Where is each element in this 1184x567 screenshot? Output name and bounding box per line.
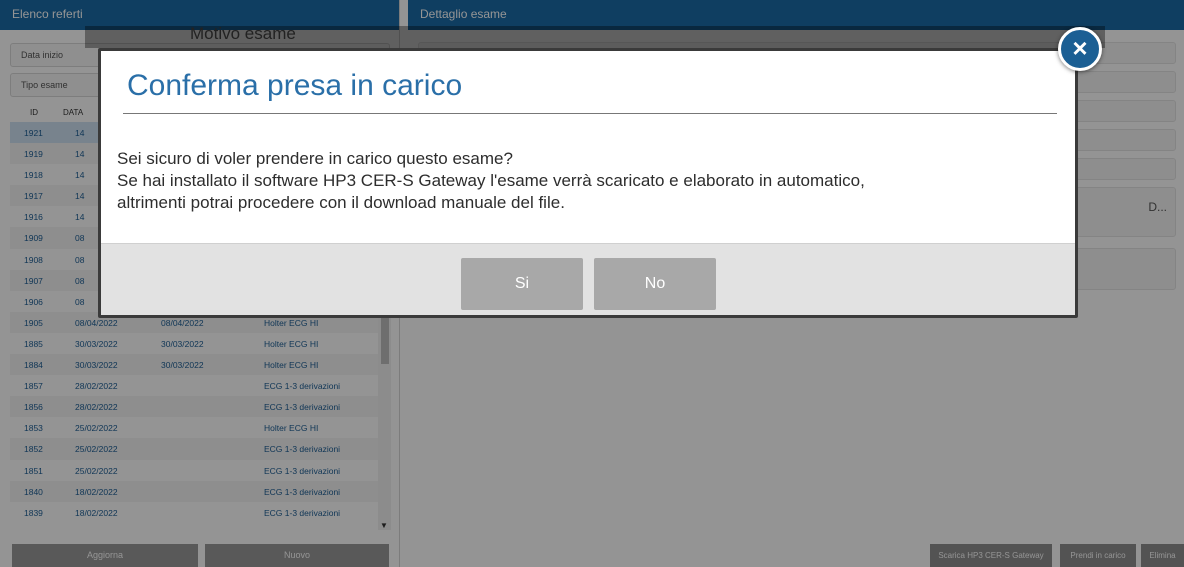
confirm-no-button[interactable]: No bbox=[594, 258, 716, 310]
confirm-yes-button[interactable]: Si bbox=[461, 258, 583, 310]
dialog-info-line: Se hai installato il software HP3 CER-S … bbox=[117, 171, 865, 190]
dialog-footer: Si No bbox=[101, 243, 1075, 315]
confirm-dialog: Conferma presa in carico Sei sicuro di v… bbox=[98, 48, 1078, 318]
exam-reason-label: Motivo esame bbox=[190, 24, 296, 43]
dialog-title: Conferma presa in carico bbox=[127, 69, 463, 102]
app-root: Elenco referti Data inizio Tipo esame ID… bbox=[0, 0, 1184, 567]
dialog-message: Sei sicuro di voler prendere in carico q… bbox=[117, 148, 1057, 214]
dialog-question: Sei sicuro di voler prendere in carico q… bbox=[117, 149, 513, 168]
close-icon[interactable]: × bbox=[1058, 27, 1102, 71]
dialog-divider bbox=[123, 113, 1057, 114]
dialog-info-line: altrimenti potrai procedere con il downl… bbox=[117, 193, 565, 212]
